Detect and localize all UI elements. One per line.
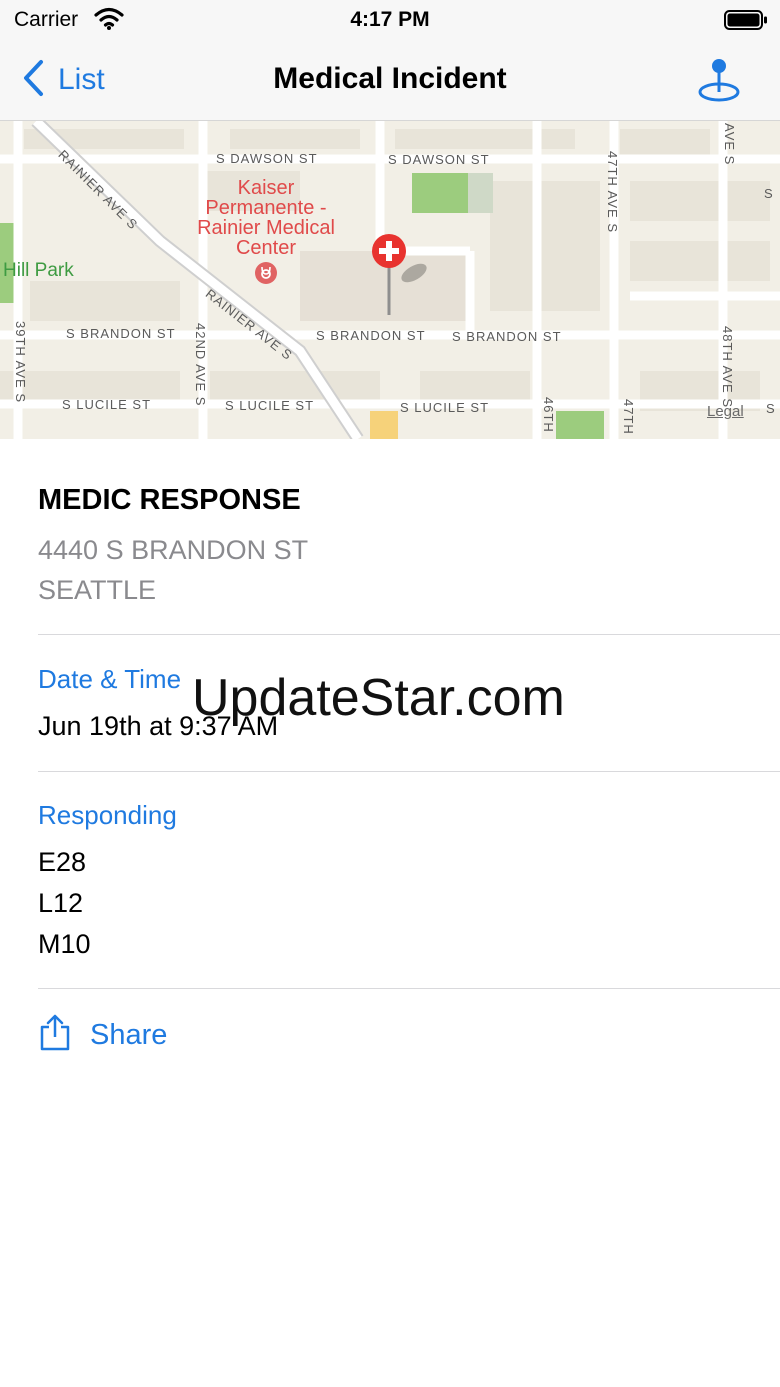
map-park-label: Hill Park: [3, 260, 74, 281]
map-legal-link[interactable]: Legal: [707, 403, 744, 420]
divider: [38, 634, 780, 635]
map-street-label: S BRANDON ST: [452, 329, 562, 344]
map-street-label: 46TH: [541, 397, 556, 433]
address-line-2: SEATTLE: [38, 575, 157, 605]
map-street-label: 48TH AVE S: [720, 326, 735, 409]
map-street-label: 47TH AVE S: [605, 151, 620, 234]
map-street-label: S DAWSON ST: [216, 151, 318, 166]
incident-type: MEDIC RESPONSE: [38, 484, 301, 516]
map-street-label: 39TH AVE S: [13, 321, 28, 404]
share-icon: [38, 1014, 72, 1057]
map-street-label: S LUCILE ST: [62, 397, 152, 412]
page-title: Medical Incident: [273, 62, 507, 95]
responding-label: Responding: [38, 800, 177, 830]
map-street-label: S: [764, 186, 774, 201]
map-street-label: S LUCILE ST: [400, 400, 490, 415]
divider: [38, 771, 780, 772]
location-pin-icon: [696, 59, 742, 108]
status-bar: Carrier 4:17 PM: [0, 0, 780, 40]
address-line-1: 4440 S BRANDON ST: [38, 535, 309, 565]
battery-icon: [724, 9, 768, 36]
location-button[interactable]: [696, 56, 742, 109]
map-street-label: S LUCILE ST: [225, 398, 315, 413]
map-street-label: S BRANDON ST: [66, 326, 176, 341]
incident-map[interactable]: S DAWSON ST S DAWSON ST RAINIER AVE S RA…: [0, 121, 780, 439]
responding-unit: L12: [38, 888, 84, 918]
hospital-icon: [254, 261, 278, 285]
map-street-label: 42ND AVE S: [193, 323, 208, 407]
date-time-label: Date & Time: [38, 664, 182, 694]
map-street-label: S: [766, 401, 776, 416]
responding-unit: M10: [38, 929, 91, 959]
map-street-label: 47TH: [621, 399, 636, 435]
map-street-label: AVE S: [722, 123, 737, 166]
map-street-label: S DAWSON ST: [388, 152, 490, 167]
divider: [38, 988, 780, 989]
map-street-label: S BRANDON ST: [316, 328, 426, 343]
responding-unit: E28: [38, 847, 87, 877]
clock: 4:17 PM: [350, 8, 430, 31]
share-label: Share: [90, 1019, 168, 1051]
share-button[interactable]: Share: [38, 1014, 167, 1057]
incident-marker-icon[interactable]: [370, 233, 430, 323]
watermark: UpdateStar.com: [192, 669, 565, 727]
nav-bar: List Medical Incident: [0, 40, 780, 121]
map-poi-label: Kaiser Permanente - Rainier Medical Cent…: [197, 177, 335, 259]
